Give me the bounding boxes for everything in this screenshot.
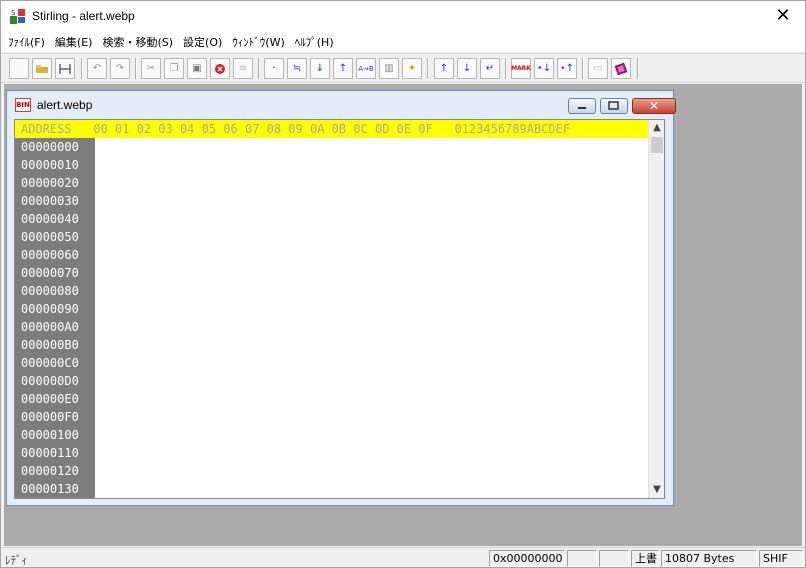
menu-window[interactable]: ｳｨﾝﾄﾞｳ(W)	[229, 34, 287, 50]
redo-icon[interactable]: ↷	[110, 58, 130, 79]
status-text: ﾚﾃﾞｨ	[5, 554, 27, 567]
menu-search[interactable]: 検索・移動(S)	[99, 34, 176, 50]
arrow-up-icon[interactable]: ↑	[434, 58, 454, 79]
address-cell: 00000000	[21, 140, 79, 154]
status-pane-empty	[567, 550, 597, 567]
sparkle-icon[interactable]: ✦	[402, 58, 422, 79]
scroll-thumb[interactable]	[651, 137, 663, 153]
mark-down-icon[interactable]: • ↓	[534, 58, 554, 79]
address-column: 00000000 00000010 00000020 00000030 0000…	[15, 138, 95, 498]
bin-file-icon: BIN	[15, 98, 31, 112]
address-cell: 00000050	[21, 230, 79, 244]
cut-icon[interactable]: ✂	[141, 58, 161, 79]
status-charset: SHIF	[759, 550, 803, 567]
mark-icon[interactable]: MARK	[511, 58, 531, 79]
toolbar-separator	[427, 58, 429, 79]
document-title-bar[interactable]: BIN alert.webp ✕	[15, 95, 676, 115]
minimize-button[interactable]	[568, 98, 596, 114]
menu-settings[interactable]: 設定(O)	[180, 34, 225, 50]
hex-document-window[interactable]: BIN alert.webp ✕ ADDRESS 00 01 02 03 04 …	[6, 90, 676, 506]
address-cell: 000000F0	[21, 410, 79, 424]
address-cell: 000000A0	[21, 320, 79, 334]
dot-icon[interactable]: ·	[264, 58, 284, 79]
address-cell: 000000B0	[21, 338, 79, 352]
toolbar-separator	[81, 58, 83, 79]
svg-text:S: S	[11, 9, 16, 17]
address-cell: 00000070	[21, 266, 79, 280]
new-icon[interactable]	[9, 58, 29, 79]
app-window: S Stirling - alert.webp ✕ ﾌｧｲﾙ(F) 編集(E) …	[0, 0, 806, 568]
save-icon[interactable]	[55, 58, 75, 79]
close-icon[interactable]: ✕	[773, 5, 793, 26]
ab-icon[interactable]: A→B	[356, 58, 376, 79]
address-cell: 000000D0	[21, 374, 79, 388]
status-pane-empty	[599, 550, 629, 567]
delete-icon[interactable]	[210, 58, 230, 79]
scroll-up-icon[interactable]: ▲	[649, 120, 665, 136]
address-cell: 00000040	[21, 212, 79, 226]
status-mode: 上書	[631, 550, 659, 567]
move-up-icon[interactable]: ↑	[333, 58, 353, 79]
copy-icon[interactable]: ❐	[164, 58, 184, 79]
vertical-scrollbar[interactable]: ▲ ▼	[648, 120, 664, 498]
undo-icon[interactable]: ↶	[87, 58, 107, 79]
address-cell: 000000C0	[21, 356, 79, 370]
hex-view[interactable]: ADDRESS 00 01 02 03 04 05 06 07 08 09 0A…	[14, 119, 665, 499]
mark-up-icon[interactable]: • ↑	[557, 58, 577, 79]
scroll-down-icon[interactable]: ▼	[649, 482, 665, 498]
split-icon[interactable]: ≒	[287, 58, 307, 79]
address-cell: 00000120	[21, 464, 79, 478]
toolbar-separator	[135, 58, 137, 79]
toolbar-separator	[637, 58, 639, 79]
paste-icon[interactable]: ▣	[187, 58, 207, 79]
menu-bar: ﾌｧｲﾙ(F) 編集(E) 検索・移動(S) 設定(O) ｳｨﾝﾄﾞｳ(W) ﾍ…	[1, 32, 805, 52]
menu-file[interactable]: ﾌｧｲﾙ(F)	[5, 34, 48, 50]
toolbar-separator	[258, 58, 260, 79]
bookmark-icon[interactable]	[611, 58, 631, 79]
toolbar: ↶ ↷ ✂ ❐ ▣ ≡ · ≒ ↓ ↑ A→B ▥ ✦ ↑ ↓ ↵ MARK •…	[1, 53, 805, 83]
notes-icon[interactable]: ▭	[588, 58, 608, 79]
open-icon[interactable]	[32, 58, 52, 79]
address-cell: 00000130	[21, 482, 79, 496]
hex-header: ADDRESS 00 01 02 03 04 05 06 07 08 09 0A…	[15, 120, 649, 138]
title-bar[interactable]: S Stirling - alert.webp ✕	[1, 1, 805, 32]
app-icon: S	[10, 8, 26, 24]
toolbar-separator	[505, 58, 507, 79]
address-cell: 00000100	[21, 428, 79, 442]
address-cell: 00000090	[21, 302, 79, 316]
arrow-down-icon[interactable]: ↓	[457, 58, 477, 79]
address-cell: 00000110	[21, 446, 79, 460]
mdi-client-area: BIN alert.webp ✕ ADDRESS 00 01 02 03 04 …	[4, 84, 802, 546]
menu-edit[interactable]: 編集(E)	[52, 34, 96, 50]
restore-button[interactable]	[600, 98, 628, 114]
book-icon[interactable]: ▥	[379, 58, 399, 79]
address-cell: 00000010	[21, 158, 79, 172]
close-button[interactable]: ✕	[632, 98, 676, 114]
address-cell: 00000080	[21, 284, 79, 298]
status-file-size: 10807 Bytes	[661, 550, 757, 567]
menu-help[interactable]: ﾍﾙﾌﾟ(H)	[292, 34, 337, 50]
address-cell: 000000E0	[21, 392, 79, 406]
address-cell: 00000030	[21, 194, 79, 208]
document-title: alert.webp	[37, 98, 93, 112]
enter-icon[interactable]: ↵	[480, 58, 500, 79]
list-icon[interactable]: ≡	[233, 58, 253, 79]
move-down-icon[interactable]: ↓	[310, 58, 330, 79]
toolbar-separator	[582, 58, 584, 79]
window-title: Stirling - alert.webp	[32, 9, 135, 23]
address-cell: 00000020	[21, 176, 79, 190]
address-cell: 00000060	[21, 248, 79, 262]
status-bar: ﾚﾃﾞｨ 0x00000000 上書 10807 Bytes SHIF	[1, 547, 805, 567]
status-offset: 0x00000000	[489, 550, 565, 567]
